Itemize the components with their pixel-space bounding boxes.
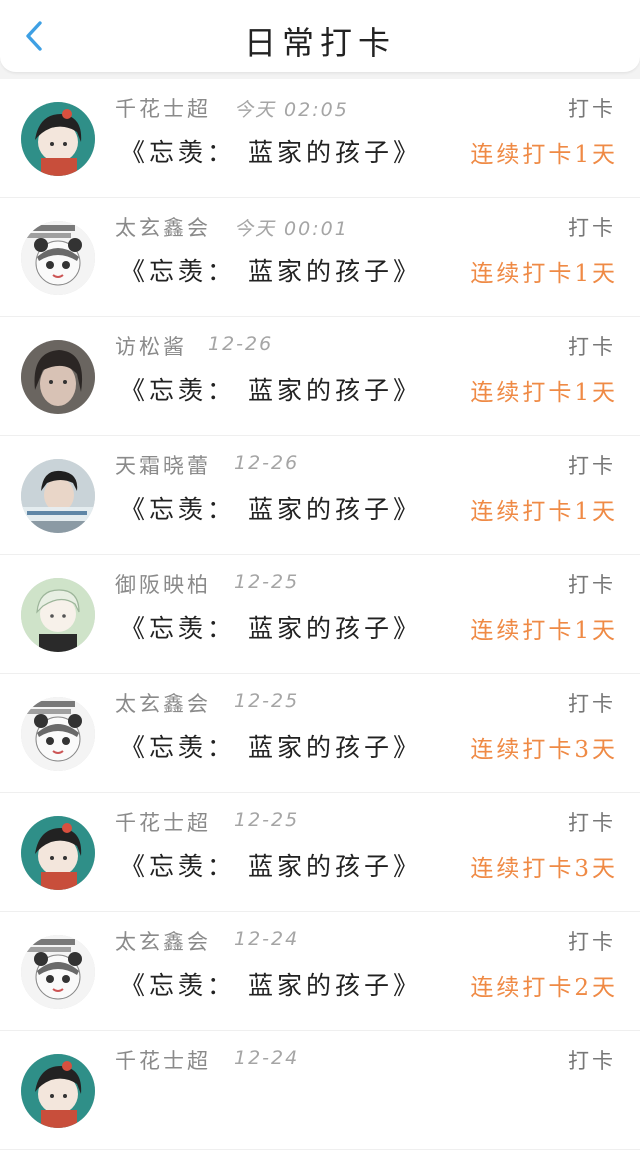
avatar[interactable] (21, 221, 95, 295)
book-title[interactable]: 《忘羡： 蓝家的孩子》 (120, 252, 422, 288)
user-name[interactable]: 千花士超 (115, 807, 211, 837)
timestamp: 12-25 (234, 809, 300, 831)
avatar[interactable] (21, 459, 95, 533)
avatar[interactable] (21, 935, 95, 1009)
book-title[interactable]: 《忘羡： 蓝家的孩子》 (120, 609, 422, 645)
checkin-label: 打卡 (568, 930, 616, 954)
user-name[interactable]: 千花士超 (115, 1045, 211, 1075)
checkin-label: 打卡 (568, 811, 616, 835)
avatar[interactable] (21, 102, 95, 176)
avatar[interactable] (21, 816, 95, 890)
checkin-label: 打卡 (568, 454, 616, 478)
checkin-label: 打卡 (568, 692, 616, 716)
streak-count: 连续打卡1天 (470, 618, 618, 644)
timestamp: 12-26 (208, 333, 274, 355)
streak-count: 连续打卡2天 (470, 975, 618, 1001)
user-name[interactable]: 天霜晓蕾 (115, 450, 211, 480)
checkin-label: 打卡 (568, 335, 616, 359)
user-name[interactable]: 千花士超 (115, 93, 211, 123)
page-title: 日常打卡 (243, 24, 396, 62)
streak-count: 连续打卡3天 (470, 737, 618, 763)
avatar[interactable] (21, 697, 95, 771)
book-title[interactable]: 《忘羡： 蓝家的孩子》 (120, 490, 422, 526)
list-item[interactable]: 访松酱 12-26 打卡《忘羡： 蓝家的孩子》 连续打卡1天 (0, 317, 640, 436)
app-header: 日常打卡 (0, 0, 640, 73)
checkin-label: 打卡 (568, 216, 616, 240)
book-title[interactable]: 《忘羡： 蓝家的孩子》 (120, 847, 422, 883)
timestamp: 12-25 (234, 571, 300, 593)
avatar[interactable] (21, 340, 95, 414)
book-title[interactable]: 《忘羡： 蓝家的孩子》 (120, 133, 422, 169)
timestamp: 12-26 (234, 452, 300, 474)
list-item[interactable]: 千花士超 今天 02:05 打卡《忘羡： 蓝家的孩子》 连续打卡1天 (0, 79, 640, 198)
user-name[interactable]: 太玄鑫会 (115, 688, 211, 718)
book-title[interactable]: 《忘羡： 蓝家的孩子》 (120, 371, 422, 407)
book-title[interactable]: 《忘羡： 蓝家的孩子》 (120, 966, 422, 1002)
list-item[interactable]: 千花士超 12-25 打卡《忘羡： 蓝家的孩子》 连续打卡3天 (0, 793, 640, 912)
streak-count: 连续打卡1天 (470, 261, 618, 287)
timestamp: 今天 00:01 (234, 218, 349, 240)
user-name[interactable]: 御阪映柏 (115, 569, 211, 599)
streak-count: 连续打卡3天 (470, 856, 618, 882)
list-item[interactable]: 天霜晓蕾 12-26 打卡《忘羡： 蓝家的孩子》 连续打卡1天 (0, 436, 640, 555)
checkin-list: 千花士超 今天 02:05 打卡 《忘羡： 蓝家的孩子》 连续打卡1天 太玄鑫会 今天 00… (0, 79, 640, 1150)
list-item[interactable]: 太玄鑫会 今天 00:01 打卡《忘羡： 蓝家的孩子》 连续打卡1天 (0, 198, 640, 317)
checkin-label: 打卡 (568, 1049, 616, 1073)
timestamp: 12-24 (234, 1047, 300, 1069)
streak-count: 连续打卡1天 (470, 380, 618, 406)
streak-count: 连续打卡1天 (470, 499, 618, 525)
timestamp: 12-24 (234, 928, 300, 950)
book-title[interactable]: 《忘羡： 蓝家的孩子》 (120, 728, 422, 764)
timestamp: 12-25 (234, 690, 300, 712)
avatar[interactable] (21, 1054, 95, 1128)
list-item[interactable]: 千花士超 12-24 打卡 (0, 1031, 640, 1150)
streak-count: 连续打卡1天 (470, 142, 618, 168)
list-item[interactable]: 御阪映柏 12-25 打卡《忘羡： 蓝家的孩子》 连续打卡1天 (0, 555, 640, 674)
user-name[interactable]: 访松酱 (115, 331, 187, 361)
list-item[interactable]: 太玄鑫会 12-25 打卡《忘羡： 蓝家的孩子》 连续打卡3天 (0, 674, 640, 793)
avatar[interactable] (21, 578, 95, 652)
list-item[interactable]: 太玄鑫会 12-24 打卡《忘羡： 蓝家的孩子》 连续打卡2天 (0, 912, 640, 1031)
user-name[interactable]: 太玄鑫会 (115, 926, 211, 956)
checkin-label: 打卡 (568, 573, 616, 597)
timestamp: 今天 02:05 (234, 99, 349, 121)
user-name[interactable]: 太玄鑫会 (115, 212, 211, 242)
checkin-label: 打卡 (568, 97, 616, 121)
